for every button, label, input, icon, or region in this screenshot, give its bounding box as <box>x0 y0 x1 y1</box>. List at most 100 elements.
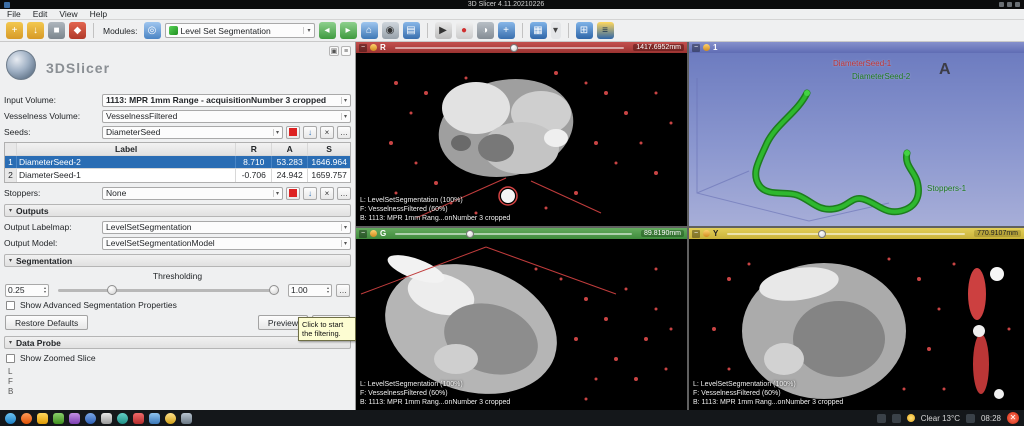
seed-a-cell[interactable]: 53.283 <box>272 156 309 168</box>
red-slice-view[interactable]: − R 1417.6952mm L: LevelSetSegmentation … <box>356 42 687 226</box>
save-icon[interactable]: ■ <box>48 22 65 39</box>
module-home-icon[interactable]: ⌂ <box>360 22 378 39</box>
slider-handle-low[interactable] <box>106 284 117 295</box>
segmentation-section-header[interactable]: ▾ Segmentation <box>4 254 351 267</box>
collapse-icon[interactable]: − <box>692 229 700 238</box>
outputs-section-header[interactable]: ▾ Outputs <box>4 204 351 217</box>
tray-icon[interactable] <box>876 413 886 423</box>
seed-s-cell[interactable]: 1646.964 <box>308 156 350 168</box>
tray-icon[interactable] <box>965 413 975 423</box>
module-search-icon[interactable]: ◎ <box>143 22 161 39</box>
window-level-icon[interactable]: ◑ <box>476 22 494 39</box>
stopper-more-button[interactable]: … <box>337 186 351 200</box>
green-slice-view[interactable]: − G 89.8190mm L: LevelSetSegmentation (1… <box>356 228 687 410</box>
close-icon[interactable] <box>1015 2 1020 7</box>
stopper-delete-button[interactable]: × <box>320 186 334 200</box>
module-selector[interactable]: Level Set Segmentation ▾ <box>164 23 315 38</box>
seed-r-cell[interactable]: -0.706 <box>236 169 273 182</box>
slider-handle[interactable] <box>509 43 518 52</box>
stoppers-selector[interactable]: None ▾ <box>102 186 283 200</box>
dicom-icon[interactable]: ◆ <box>69 22 86 39</box>
collapse-icon[interactable]: − <box>359 229 367 238</box>
taskbar-app-icon[interactable] <box>165 412 176 424</box>
mouse-interaction-icon[interactable]: ▶ <box>434 22 452 39</box>
slider-handle[interactable] <box>817 229 826 238</box>
threshold-min-spinbox[interactable]: 0.25 ▴ ▾ <box>5 283 49 297</box>
save-scene-icon[interactable]: ↓ <box>27 22 44 39</box>
spinbox-arrows-icon[interactable]: ▴ ▾ <box>327 286 329 294</box>
taskbar-app-icon[interactable] <box>69 412 80 424</box>
taskbar-app-icon[interactable] <box>133 412 144 424</box>
menu-file[interactable]: File <box>6 9 22 19</box>
slider-handle[interactable] <box>466 229 475 238</box>
pushpin-icon[interactable] <box>370 44 377 51</box>
layout-icon[interactable]: ▦ <box>529 22 547 39</box>
input-volume-selector[interactable]: 1113: MPR 1mm Range - acquisitionNumber … <box>102 93 351 107</box>
seed-place-button[interactable]: ↓ <box>303 125 317 139</box>
seed-delete-button[interactable]: × <box>320 125 334 139</box>
seed-a-cell[interactable]: 24.942 <box>272 169 309 182</box>
seed-more-button[interactable]: … <box>337 125 351 139</box>
threshold-max-spinbox[interactable]: 1.00 ▴ ▾ <box>288 283 332 297</box>
yellow-slice-view[interactable]: − Y 770.9107mm L: LevelSetSegmentation (… <box>689 228 1024 410</box>
label-column-header[interactable]: Label <box>17 143 237 155</box>
seed-s-cell[interactable]: 1659.757 <box>308 169 350 182</box>
table-row[interactable]: 2 DiameterSeed-1 -0.706 24.942 1659.757 <box>5 169 350 182</box>
seed-color-button[interactable] <box>286 125 300 139</box>
slider-handle-high[interactable] <box>269 284 279 295</box>
slice-offset-slider[interactable] <box>394 43 625 52</box>
s-column-header[interactable]: S <box>308 143 350 155</box>
layout-menu-icon[interactable]: ▾ <box>550 22 561 39</box>
module-forward-icon[interactable]: ▸ <box>339 22 357 39</box>
taskbar-app-icon[interactable] <box>5 412 16 424</box>
menu-view[interactable]: View <box>58 9 78 19</box>
seed-label-cell[interactable]: DiameterSeed-2 <box>17 156 237 168</box>
yellow-slice-image[interactable]: L: LevelSetSegmentation (100%) F: Vessel… <box>689 239 1024 410</box>
scene-views-icon[interactable]: ▤ <box>402 22 420 39</box>
menu-help[interactable]: Help <box>89 9 108 19</box>
taskbar-app-icon[interactable] <box>85 412 96 424</box>
table-row[interactable]: 1 DiameterSeed-2 8.710 53.283 1646.964 <box>5 156 350 169</box>
taskbar-app-icon[interactable] <box>53 412 64 424</box>
seed-label-cell[interactable]: DiameterSeed-1 <box>17 169 237 182</box>
taskbar-app-icon[interactable] <box>117 412 128 424</box>
menu-edit[interactable]: Edit <box>32 9 49 19</box>
green-slice-image[interactable]: L: LevelSetSegmentation (100%) F: Vessel… <box>356 239 687 410</box>
collapse-icon[interactable]: − <box>692 43 700 52</box>
a-column-header[interactable]: A <box>272 143 309 155</box>
threshold-options-button[interactable]: … <box>336 283 350 297</box>
taskbar-app-icon[interactable] <box>181 412 192 424</box>
vesselness-volume-selector[interactable]: VesselnessFiltered ▾ <box>102 109 351 123</box>
taskbar-app-icon[interactable] <box>21 412 32 424</box>
taskbar-app-icon[interactable] <box>101 412 112 424</box>
panel-pin-icon[interactable]: ▣ <box>329 46 339 56</box>
pushpin-icon[interactable] <box>703 230 710 237</box>
restore-defaults-button[interactable]: Restore Defaults <box>5 315 89 330</box>
output-labelmap-selector[interactable]: LevelSetSegmentation ▾ <box>102 220 351 234</box>
zoomed-slice-checkbox[interactable] <box>6 353 15 363</box>
panel-menu-icon[interactable]: ≡ <box>341 46 351 56</box>
spinbox-arrows-icon[interactable]: ▴ ▾ <box>44 286 46 294</box>
place-fiducial-icon[interactable]: ● <box>455 22 473 39</box>
taskbar-app-icon[interactable] <box>149 412 160 424</box>
screenshot-icon[interactable]: ◉ <box>381 22 399 39</box>
red-slice-image[interactable]: L: LevelSetSegmentation (100%) F: Vessel… <box>356 53 687 226</box>
threed-view[interactable]: − 1 DiameterSeed-1 DiameterSeed-2 Stoppe… <box>689 42 1024 226</box>
crosshair-icon[interactable]: + <box>497 22 515 39</box>
tray-icon[interactable] <box>891 413 901 423</box>
module-back-icon[interactable]: ◂ <box>318 22 336 39</box>
add-data-icon[interactable]: + <box>6 22 23 39</box>
seeds-selector[interactable]: DiameterSeed ▾ <box>102 125 283 139</box>
advanced-properties-checkbox[interactable] <box>6 300 15 310</box>
maximize-icon[interactable] <box>1007 2 1012 7</box>
stopper-place-button[interactable]: ↓ <box>303 186 317 200</box>
taskbar-app-icon[interactable] <box>37 412 48 424</box>
notification-close-icon[interactable]: ✕ <box>1007 412 1019 424</box>
r-column-header[interactable]: R <box>236 143 273 155</box>
minimize-icon[interactable] <box>999 2 1004 7</box>
python-console-icon[interactable]: ≡ <box>596 22 614 39</box>
threed-scene[interactable]: DiameterSeed-1 DiameterSeed-2 Stoppers-1… <box>689 53 1024 226</box>
extensions-icon[interactable]: ⊞ <box>575 22 593 39</box>
slice-offset-slider[interactable] <box>727 229 966 238</box>
pushpin-icon[interactable] <box>370 230 377 237</box>
